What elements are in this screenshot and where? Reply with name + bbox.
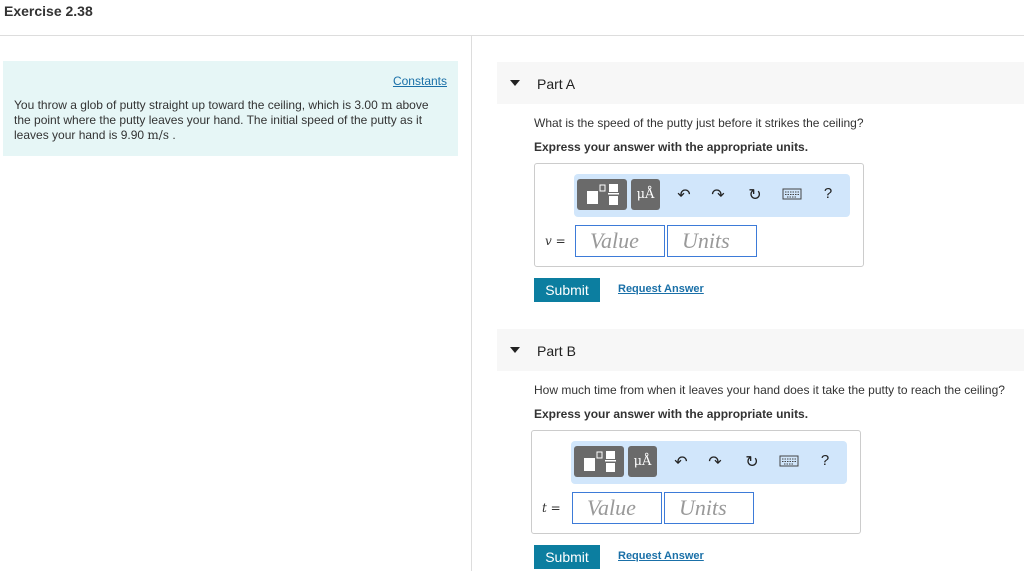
units-button[interactable]: μÅ bbox=[628, 446, 657, 477]
request-answer-link[interactable]: Request Answer bbox=[618, 283, 704, 295]
submit-button[interactable]: Submit bbox=[534, 545, 600, 569]
keyboard-icon[interactable] bbox=[782, 187, 802, 205]
part-header[interactable]: Part A bbox=[497, 62, 1024, 104]
reset-icon[interactable]: ↻ bbox=[745, 185, 765, 205]
undo-icon[interactable]: ↶ bbox=[674, 185, 694, 205]
variable-label: t = bbox=[542, 501, 561, 515]
problem-text: You throw a glob of putty straight up to… bbox=[14, 98, 444, 143]
redo-icon[interactable]: ↷ bbox=[705, 452, 725, 472]
value-input[interactable]: Value bbox=[572, 492, 662, 524]
templates-button[interactable] bbox=[577, 179, 627, 210]
divider bbox=[471, 36, 472, 571]
page-title: Exercise 2.38 bbox=[4, 3, 93, 19]
text: . bbox=[169, 128, 176, 142]
keyboard-icon[interactable] bbox=[779, 454, 799, 472]
templates-icon bbox=[587, 184, 619, 205]
help-button[interactable]: ? bbox=[815, 452, 835, 469]
units-input[interactable]: Units bbox=[667, 225, 757, 257]
units-button[interactable]: μÅ bbox=[631, 179, 660, 210]
unit: m/s bbox=[147, 128, 170, 142]
variable-label: v = bbox=[545, 234, 566, 248]
question-text: How much time from when it leaves your h… bbox=[534, 383, 1005, 397]
answer-box: μÅ ↶ ↷ ↻ ? t = Value Units bbox=[531, 430, 861, 534]
templates-icon bbox=[584, 451, 616, 472]
divider bbox=[0, 35, 1024, 36]
part-header[interactable]: Part B bbox=[497, 329, 1024, 371]
unit: m bbox=[381, 98, 393, 112]
instruction-text: Express your answer with the appropriate… bbox=[534, 407, 809, 421]
constants-link[interactable]: Constants bbox=[393, 74, 447, 88]
help-button[interactable]: ? bbox=[818, 185, 838, 202]
math-toolbar: μÅ ↶ ↷ ↻ ? bbox=[574, 174, 850, 217]
math-toolbar: μÅ ↶ ↷ ↻ ? bbox=[571, 441, 847, 484]
redo-icon[interactable]: ↷ bbox=[708, 185, 728, 205]
reset-icon[interactable]: ↻ bbox=[742, 452, 762, 472]
units-input[interactable]: Units bbox=[664, 492, 754, 524]
text: You throw a glob of putty straight up to… bbox=[14, 98, 382, 112]
collapse-triangle-icon[interactable] bbox=[510, 80, 520, 86]
templates-button[interactable] bbox=[574, 446, 624, 477]
instruction-text: Express your answer with the appropriate… bbox=[534, 140, 809, 154]
request-answer-link[interactable]: Request Answer bbox=[618, 550, 704, 562]
answer-box: μÅ ↶ ↷ ↻ ? v = Value Units bbox=[534, 163, 864, 267]
part-label: Part A bbox=[537, 76, 576, 92]
undo-icon[interactable]: ↶ bbox=[671, 452, 691, 472]
value-input[interactable]: Value bbox=[575, 225, 665, 257]
question-text: What is the speed of the putty just befo… bbox=[534, 116, 864, 130]
problem-statement: Constants You throw a glob of putty stra… bbox=[3, 61, 458, 156]
submit-button[interactable]: Submit bbox=[534, 278, 600, 302]
collapse-triangle-icon[interactable] bbox=[510, 347, 520, 353]
part-label: Part B bbox=[537, 343, 576, 359]
